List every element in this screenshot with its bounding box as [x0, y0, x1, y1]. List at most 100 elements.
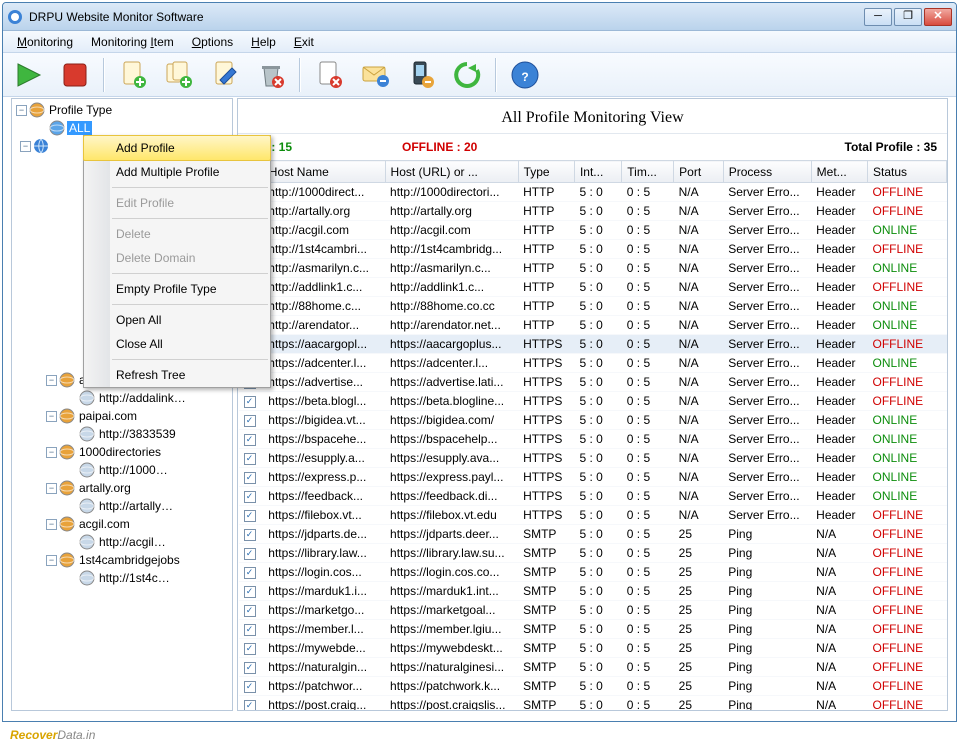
- row-checkbox[interactable]: ✓: [244, 396, 256, 408]
- tree-url[interactable]: http://3833539: [14, 425, 230, 443]
- tree-url[interactable]: http://addalink…: [14, 389, 230, 407]
- report-button[interactable]: [311, 57, 347, 93]
- tree-domain[interactable]: −artally.org: [14, 479, 230, 497]
- tree-expander[interactable]: −: [46, 375, 57, 386]
- table-row[interactable]: ✓http://addlink1.c...http://addlink1.c..…: [239, 278, 947, 297]
- table-row[interactable]: ✓http://1000direct...http://1000director…: [239, 183, 947, 202]
- row-checkbox[interactable]: ✓: [244, 624, 256, 636]
- menu-item-add-profile[interactable]: Add Profile: [83, 135, 271, 161]
- stop-button[interactable]: [57, 57, 93, 93]
- row-checkbox[interactable]: ✓: [244, 681, 256, 693]
- table-row[interactable]: ✓http://acgil.comhttp://acgil.comHTTP5 :…: [239, 221, 947, 240]
- table-row[interactable]: ✓https://bspacehe...https://bspacehelp..…: [239, 430, 947, 449]
- row-checkbox[interactable]: ✓: [244, 605, 256, 617]
- mail-button[interactable]: [357, 57, 393, 93]
- col-6[interactable]: Port: [674, 161, 724, 183]
- table-row[interactable]: ✓https://advertise...https://advertise.l…: [239, 373, 947, 392]
- table-row[interactable]: ✓https://mywebde...https://mywebdeskt...…: [239, 639, 947, 658]
- row-checkbox[interactable]: ✓: [244, 586, 256, 598]
- tree-expander[interactable]: −: [46, 519, 57, 530]
- table-row[interactable]: ✓https://beta.blogl...https://beta.blogl…: [239, 392, 947, 411]
- row-checkbox[interactable]: ✓: [244, 415, 256, 427]
- row-checkbox[interactable]: ✓: [244, 434, 256, 446]
- table-row[interactable]: ✓https://esupply.a...https://esupply.ava…: [239, 449, 947, 468]
- row-checkbox[interactable]: ✓: [244, 491, 256, 503]
- table-row[interactable]: ✓https://marketgo...https://marketgoal..…: [239, 601, 947, 620]
- col-7[interactable]: Process: [723, 161, 811, 183]
- tree-url[interactable]: http://1000…: [14, 461, 230, 479]
- tree-url[interactable]: http://artally…: [14, 497, 230, 515]
- table-row[interactable]: ✓https://jdparts.de...https://jdparts.de…: [239, 525, 947, 544]
- menu-item-add-multiple-profile[interactable]: Add Multiple Profile: [84, 160, 270, 184]
- row-checkbox[interactable]: ✓: [244, 510, 256, 522]
- table-row[interactable]: ✓http://arendator...http://arendator.net…: [239, 316, 947, 335]
- table-row[interactable]: ✓https://aacargopl...https://aacargoplus…: [239, 335, 947, 354]
- row-checkbox[interactable]: ✓: [244, 700, 256, 710]
- row-checkbox[interactable]: ✓: [244, 472, 256, 484]
- monitoring-table-wrap[interactable]: Host NameHost (URL) or ...TypeInt...Tim.…: [238, 160, 947, 710]
- tree-expander[interactable]: −: [46, 411, 57, 422]
- edit-button[interactable]: [207, 57, 243, 93]
- row-checkbox[interactable]: ✓: [244, 453, 256, 465]
- table-row[interactable]: ✓http://artally.orghttp://artally.orgHTT…: [239, 202, 947, 221]
- menu-help[interactable]: Help: [243, 33, 284, 51]
- minimize-button[interactable]: ─: [864, 8, 892, 26]
- play-button[interactable]: [11, 57, 47, 93]
- restore-button[interactable]: ❐: [894, 8, 922, 26]
- table-row[interactable]: ✓https://marduk1.i...https://marduk1.int…: [239, 582, 947, 601]
- tree-expander[interactable]: −: [16, 105, 27, 116]
- col-2[interactable]: Host (URL) or ...: [385, 161, 518, 183]
- refresh-button[interactable]: [449, 57, 485, 93]
- tree-expander[interactable]: −: [46, 483, 57, 494]
- help-button[interactable]: ?: [507, 57, 543, 93]
- mobile-button[interactable]: [403, 57, 439, 93]
- row-checkbox[interactable]: ✓: [244, 567, 256, 579]
- tree-url[interactable]: http://1st4c…: [14, 569, 230, 587]
- table-row[interactable]: ✓https://member.l...https://member.lgiu.…: [239, 620, 947, 639]
- table-row[interactable]: ✓https://library.law...https://library.l…: [239, 544, 947, 563]
- row-checkbox[interactable]: ✓: [244, 643, 256, 655]
- tree-expander[interactable]: −: [46, 555, 57, 566]
- col-3[interactable]: Type: [518, 161, 574, 183]
- table-row[interactable]: ✓https://adcenter.l...https://adcenter.l…: [239, 354, 947, 373]
- table-row[interactable]: ✓https://post.craig...https://post.craig…: [239, 696, 947, 711]
- row-checkbox[interactable]: ✓: [244, 548, 256, 560]
- table-row[interactable]: ✓http://88home.c...http://88home.co.ccHT…: [239, 297, 947, 316]
- table-row[interactable]: ✓http://1st4cambri...http://1st4cambridg…: [239, 240, 947, 259]
- delete-button[interactable]: [253, 57, 289, 93]
- tree-domain[interactable]: −1st4cambridgejobs: [14, 551, 230, 569]
- tree-domain[interactable]: −acgil.com: [14, 515, 230, 533]
- tree-root[interactable]: −Profile Type: [14, 101, 230, 119]
- tree-url[interactable]: http://acgil…: [14, 533, 230, 551]
- tree-domain[interactable]: −paipai.com: [14, 407, 230, 425]
- menu-item-refresh-tree[interactable]: Refresh Tree: [84, 363, 270, 387]
- table-row[interactable]: ✓https://filebox.vt...https://filebox.vt…: [239, 506, 947, 525]
- row-checkbox[interactable]: ✓: [244, 662, 256, 674]
- add-profile-button[interactable]: [115, 57, 151, 93]
- col-1[interactable]: Host Name: [263, 161, 385, 183]
- menu-monitoring[interactable]: Monitoring: [9, 33, 81, 51]
- menu-item-empty-profile-type[interactable]: Empty Profile Type: [84, 277, 270, 301]
- table-row[interactable]: ✓https://bigidea.vt...https://bigidea.co…: [239, 411, 947, 430]
- add-multiple-button[interactable]: [161, 57, 197, 93]
- table-row[interactable]: ✓https://login.cos...https://login.cos.c…: [239, 563, 947, 582]
- col-4[interactable]: Int...: [574, 161, 621, 183]
- table-row[interactable]: ✓http://asmarilyn.c...http://asmarilyn.c…: [239, 259, 947, 278]
- tree-expander[interactable]: −: [46, 447, 57, 458]
- menu-monitoring-item[interactable]: Monitoring Item: [83, 33, 182, 51]
- close-button[interactable]: ✕: [924, 8, 952, 26]
- col-5[interactable]: Tim...: [622, 161, 674, 183]
- table-row[interactable]: ✓https://feedback...https://feedback.di.…: [239, 487, 947, 506]
- menu-item-open-all[interactable]: Open All: [84, 308, 270, 332]
- menu-item-close-all[interactable]: Close All: [84, 332, 270, 356]
- table-row[interactable]: ✓https://patchwor...https://patchwork.k.…: [239, 677, 947, 696]
- tree-expander[interactable]: −: [20, 141, 31, 152]
- table-row[interactable]: ✓https://express.p...https://express.pay…: [239, 468, 947, 487]
- menu-exit[interactable]: Exit: [286, 33, 322, 51]
- col-9[interactable]: Status: [868, 161, 947, 183]
- tree-domain[interactable]: −1000directories: [14, 443, 230, 461]
- col-8[interactable]: Met...: [811, 161, 867, 183]
- row-checkbox[interactable]: ✓: [244, 529, 256, 541]
- menu-options[interactable]: Options: [184, 33, 241, 51]
- table-row[interactable]: ✓https://naturalgin...https://naturalgin…: [239, 658, 947, 677]
